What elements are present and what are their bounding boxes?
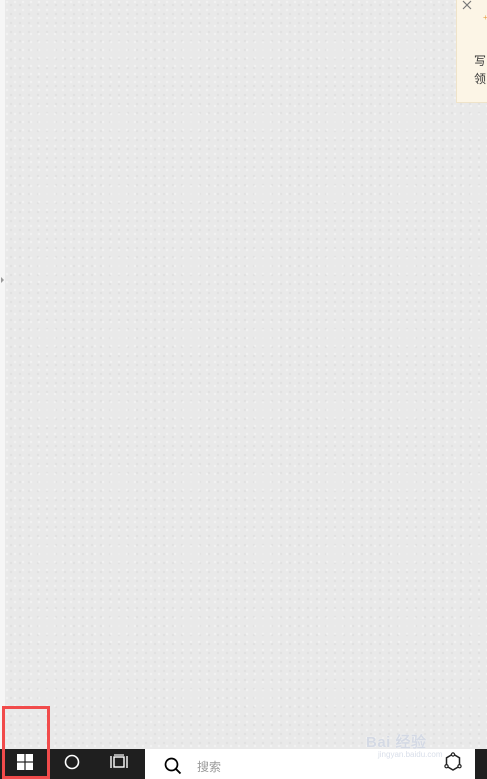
taskbar-search-box[interactable]: 搜索: [145, 749, 430, 779]
notification-panel: + 写 领: [456, 0, 487, 103]
start-button[interactable]: [0, 749, 50, 779]
tray-overflow[interactable]: [475, 749, 487, 779]
screen: + 写 领 搜索 Bai 经验 jingyan.baidu.com: [0, 0, 487, 779]
notification-badge: +: [483, 13, 487, 22]
notification-text-line-2: 领: [474, 72, 487, 86]
task-view-icon: [110, 753, 130, 775]
search-icon: [164, 757, 182, 775]
close-icon[interactable]: [460, 0, 474, 12]
gear-outline-icon: [443, 751, 463, 777]
windows-start-icon: [17, 753, 33, 775]
taskbar: 搜索: [0, 749, 487, 779]
collapse-arrow-icon[interactable]: [1, 277, 4, 283]
cortana-circle-icon: [64, 754, 80, 775]
search-placeholder: 搜索: [197, 760, 222, 774]
tray-button[interactable]: [430, 749, 475, 779]
cortana-button[interactable]: [52, 749, 92, 779]
notification-text-line-1: 写: [474, 54, 487, 68]
task-view-button[interactable]: [100, 749, 140, 779]
desktop-background: [5, 0, 487, 749]
